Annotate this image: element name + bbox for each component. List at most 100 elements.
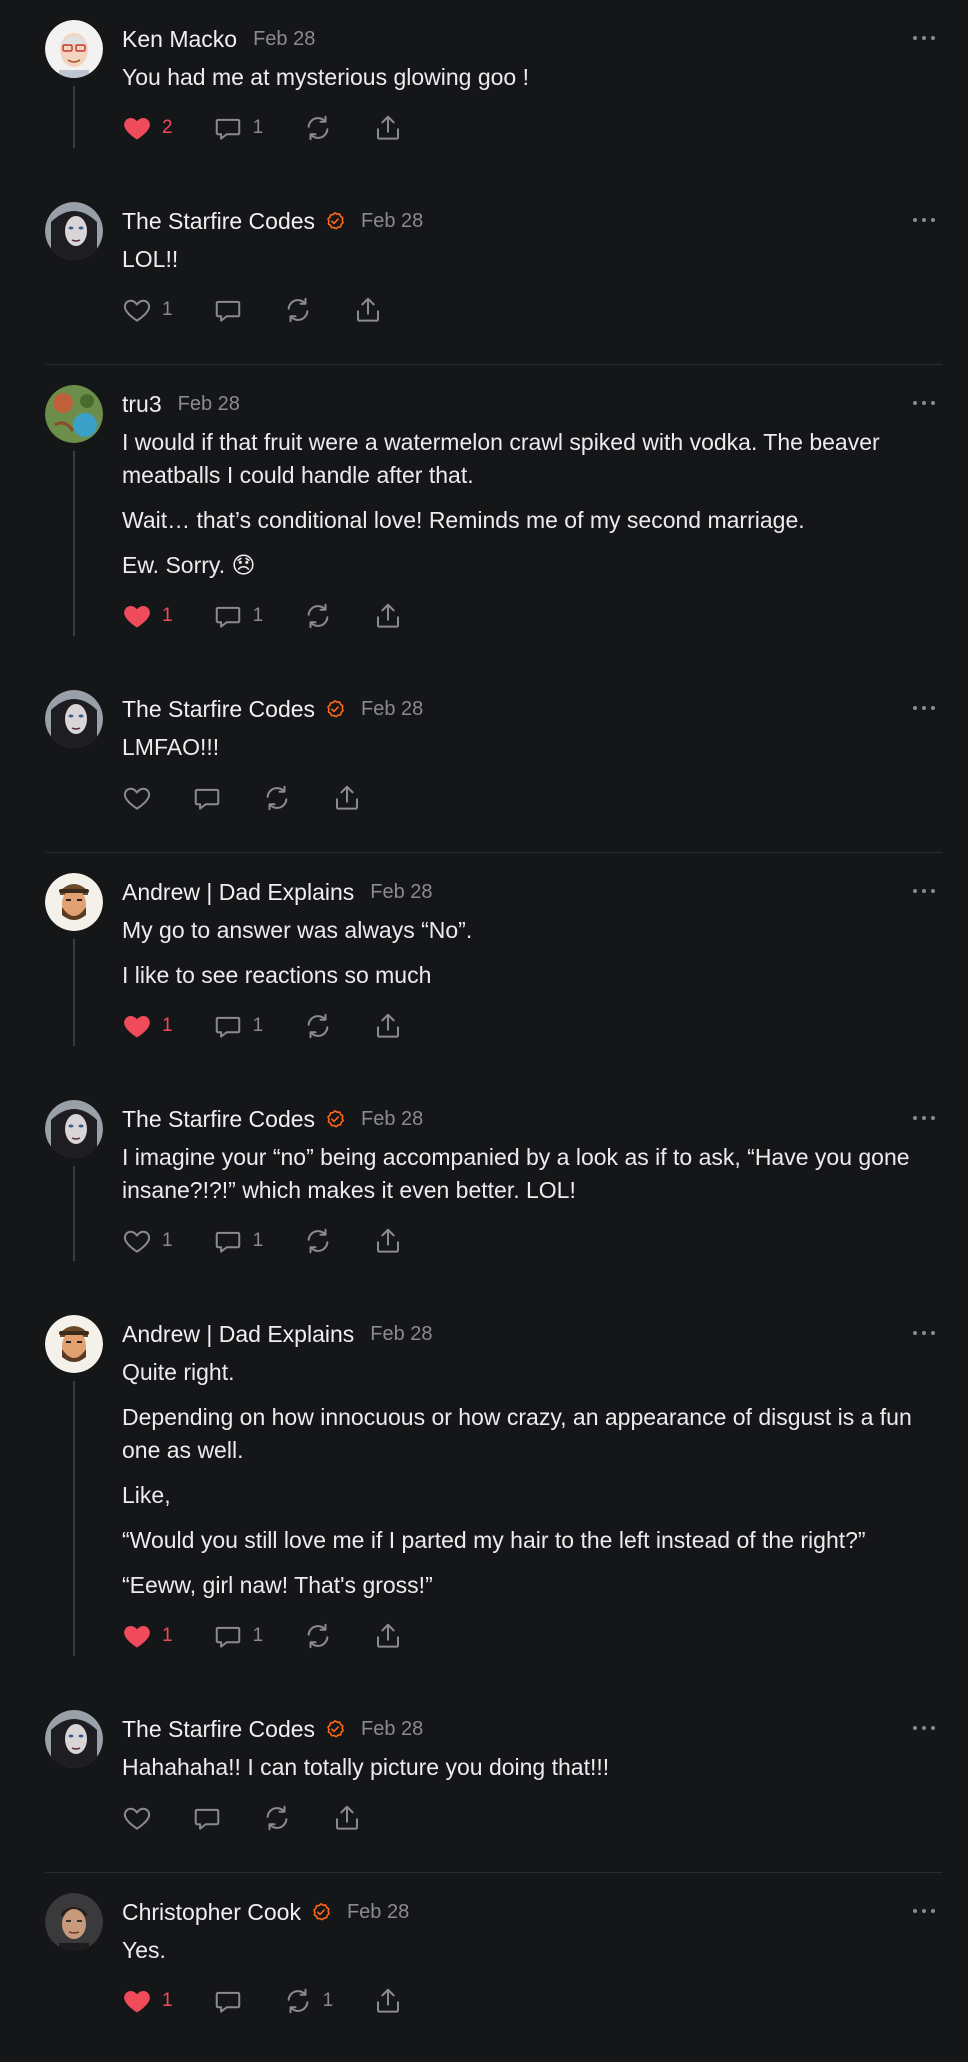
share-button[interactable] [373, 1621, 403, 1651]
like-button[interactable]: 1 [122, 1226, 173, 1256]
verified-check-icon [325, 1719, 345, 1739]
restack-icon [303, 1226, 333, 1256]
comment-actions: 11 [122, 1981, 940, 2021]
avatar[interactable] [45, 202, 103, 260]
comment: Andrew | Dad Explains Feb 28 Quite right. D… [0, 1295, 968, 1656]
reply-button[interactable]: 1 [213, 601, 263, 631]
share-button[interactable] [353, 295, 383, 325]
share-button[interactable] [373, 1986, 403, 2016]
more-dots-icon[interactable] [913, 1901, 935, 1921]
author-name[interactable]: Ken Macko [122, 26, 237, 53]
comment-paragraph: Yes. [122, 1937, 166, 1963]
restack-button[interactable] [283, 295, 313, 325]
reply-button[interactable] [192, 783, 222, 813]
author-name[interactable]: Christopher Cook [122, 1899, 301, 1926]
author-name[interactable]: The Starfire Codes [122, 1106, 315, 1133]
more-dots-icon[interactable] [913, 1718, 935, 1738]
share-button[interactable] [373, 1226, 403, 1256]
share-button[interactable] [373, 113, 403, 143]
like-button[interactable]: 1 [122, 1011, 173, 1041]
reply-button[interactable] [213, 1986, 243, 2016]
restack-button[interactable] [262, 1803, 292, 1833]
comment-bubble-icon [213, 113, 243, 143]
share-button[interactable] [373, 1011, 403, 1041]
like-button[interactable]: 2 [122, 113, 173, 143]
comment-body: Yes. [122, 1932, 940, 1967]
comment-date[interactable]: Feb 28 [361, 698, 423, 721]
comment-body: LMFAO!!! [122, 729, 940, 764]
avatar[interactable] [45, 1315, 103, 1373]
share-button[interactable] [332, 783, 362, 813]
restack-button[interactable]: 1 [283, 1986, 333, 2016]
reply-button[interactable] [213, 295, 243, 325]
like-button[interactable] [122, 1803, 152, 1833]
like-button[interactable]: 1 [122, 601, 173, 631]
author-name[interactable]: The Starfire Codes [122, 696, 315, 723]
comment-paragraph: Depending on how innocuous or how crazy,… [122, 1404, 912, 1463]
more-dots-icon[interactable] [913, 881, 935, 901]
comment-date[interactable]: Feb 28 [361, 210, 423, 233]
comment-date[interactable]: Feb 28 [370, 1323, 432, 1346]
like-count: 1 [162, 1990, 173, 2011]
restack-button[interactable] [303, 601, 333, 631]
restack-button[interactable] [303, 1621, 333, 1651]
restack-button[interactable] [262, 783, 292, 813]
like-button[interactable]: 1 [122, 1621, 173, 1651]
restack-button[interactable] [303, 1011, 333, 1041]
like-button[interactable] [122, 783, 152, 813]
more-dots-icon[interactable] [913, 393, 935, 413]
reply-button[interactable]: 1 [213, 1226, 263, 1256]
author-name[interactable]: tru3 [122, 391, 162, 418]
more-dots-icon[interactable] [913, 210, 935, 230]
reply-button[interactable]: 1 [213, 113, 263, 143]
avatar[interactable] [45, 1893, 103, 1951]
comment-date[interactable]: Feb 28 [361, 1718, 423, 1741]
comment: Christopher Cook Feb 28 Yes. 1 1 [0, 1873, 968, 2021]
avatar[interactable] [45, 1710, 103, 1768]
share-button[interactable] [332, 1803, 362, 1833]
like-button[interactable]: 1 [122, 295, 173, 325]
reply-button[interactable]: 1 [213, 1011, 263, 1041]
comment-date[interactable]: Feb 28 [361, 1108, 423, 1131]
more-dots-icon[interactable] [913, 1323, 935, 1343]
restack-icon [283, 1986, 313, 2016]
author-name[interactable]: The Starfire Codes [122, 1716, 315, 1743]
verified-check-icon [325, 211, 345, 231]
share-button[interactable] [373, 601, 403, 631]
comment-paragraph: “Eeww, girl naw! That's gross!” [122, 1572, 433, 1598]
comment-date[interactable]: Feb 28 [178, 393, 240, 416]
more-dots-icon[interactable] [913, 698, 935, 718]
restack-button[interactable] [303, 1226, 333, 1256]
more-dots-icon[interactable] [913, 1108, 935, 1128]
comment-bubble-icon [213, 1986, 243, 2016]
avatar[interactable] [45, 873, 103, 931]
share-icon [353, 295, 383, 325]
reply-count: 1 [252, 1625, 264, 1646]
comment-body: Quite right. Depending on how innocuous o… [122, 1354, 940, 1602]
author-name[interactable]: Andrew | Dad Explains [122, 879, 354, 906]
heart-icon [122, 1226, 152, 1256]
reply-button[interactable]: 1 [213, 1621, 264, 1651]
restack-icon [262, 783, 292, 813]
avatar[interactable] [45, 385, 103, 443]
comment-paragraph: Hahahaha!! I can totally picture you doi… [122, 1754, 610, 1780]
reply-button[interactable] [192, 1803, 222, 1833]
author-name[interactable]: The Starfire Codes [122, 208, 315, 235]
avatar[interactable] [45, 1100, 103, 1158]
comment-header: tru3 Feb 28 [122, 365, 940, 424]
like-button[interactable]: 1 [122, 1986, 173, 2016]
thread-line [73, 86, 75, 148]
restack-icon [303, 113, 333, 143]
comment-date[interactable]: Feb 28 [370, 881, 432, 904]
avatar[interactable] [45, 690, 103, 748]
comment-date[interactable]: Feb 28 [347, 1901, 409, 1924]
author-name[interactable]: Andrew | Dad Explains [122, 1321, 354, 1348]
avatar[interactable] [45, 20, 103, 78]
restack-button[interactable] [303, 113, 333, 143]
comment-date[interactable]: Feb 28 [253, 28, 315, 51]
more-dots-icon[interactable] [913, 28, 935, 48]
share-icon [332, 783, 362, 813]
share-icon [373, 1011, 403, 1041]
comment: The Starfire Codes Feb 28 I imagine your “… [0, 1080, 968, 1261]
comment-bubble-icon [213, 601, 243, 631]
